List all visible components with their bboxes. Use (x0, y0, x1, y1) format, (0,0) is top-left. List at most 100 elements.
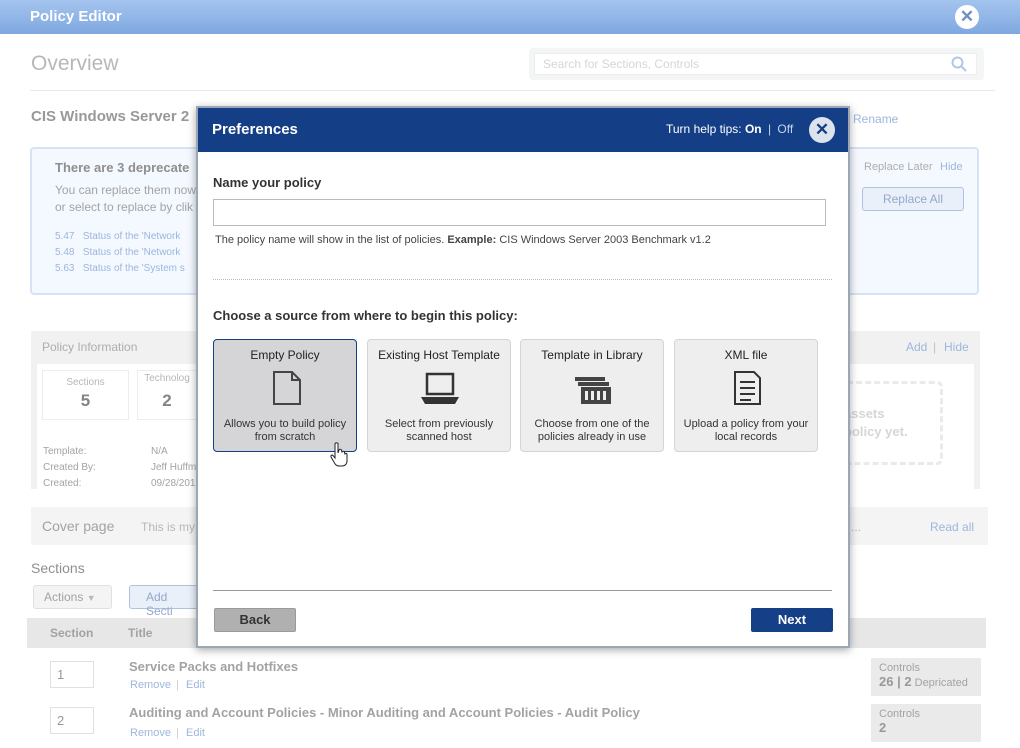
read-all-link[interactable]: Read all (930, 520, 974, 534)
source-card-desc: Upload a policy from your local records (683, 418, 809, 443)
remove-link[interactable]: Remove (130, 727, 171, 739)
sections-count-box: Sections 5 (42, 370, 129, 420)
rename-link[interactable]: Rename (853, 112, 898, 126)
sections-count-value: 5 (80, 391, 91, 410)
divider (30, 90, 995, 91)
cover-ellipsis: ... (851, 520, 862, 534)
hand-cursor-icon (330, 442, 348, 467)
source-card-desc: Select from previously scanned host (384, 418, 494, 443)
assets-placeholder: assets policy yet. (841, 381, 943, 465)
app-title: Policy Editor (30, 8, 122, 25)
search-input[interactable]: Search for Sections, Controls (534, 53, 977, 75)
warning-line2: or select to replace by clik (55, 200, 194, 214)
controls-value: 2 (879, 720, 887, 735)
controls-label: Controls (879, 662, 920, 674)
add-link[interactable]: Add (906, 340, 927, 354)
deprecated-item[interactable]: 5.47 Status of the 'Network (55, 231, 180, 242)
cover-page-text: This is my (141, 520, 195, 534)
policy-name-hint: The policy name will show in the list of… (215, 234, 711, 246)
chevron-down-icon: ▼ (86, 593, 96, 603)
source-card-desc: Choose from one of the policies already … (534, 418, 650, 443)
section-title[interactable]: Service Packs and Hotfixes (129, 659, 298, 674)
blank-document-icon (273, 371, 301, 405)
section-title[interactable]: Auditing and Account Policies - Minor Au… (129, 705, 640, 720)
separator: | (176, 679, 179, 691)
hint-example-label: Example: (447, 234, 497, 246)
policy-info-title: Policy Information (42, 340, 138, 354)
help-tips-off[interactable]: Off (777, 122, 793, 136)
created-by-label: Created By: (43, 462, 96, 473)
edit-link[interactable]: Edit (186, 679, 205, 691)
remove-link[interactable]: Remove (130, 679, 171, 691)
replace-all-button[interactable]: Replace All (862, 187, 964, 211)
dialog-title: Preferences (212, 121, 298, 138)
source-label: Choose a source from where to begin this… (213, 308, 518, 323)
divider (213, 279, 832, 280)
source-card-empty-policy[interactable]: Empty Policy Allows you to build policy … (213, 339, 357, 452)
laptop-icon (421, 372, 459, 404)
app-titlebar: Policy Editor ✕ (0, 0, 1020, 34)
help-tips-label: Turn help tips: (666, 122, 742, 136)
controls-label: Controls (879, 708, 920, 720)
section-number-input[interactable]: 1 (50, 661, 94, 688)
separator: | (176, 727, 179, 739)
library-stack-icon (575, 377, 611, 404)
source-card-title: XML file (724, 348, 768, 362)
source-card-xml-file[interactable]: XML file Upload a policy from your local… (674, 339, 818, 452)
table-row: 2 Auditing and Account Policies - Minor … (27, 697, 986, 742)
warning-title: There are 3 deprecate (55, 160, 190, 175)
hint-text: The policy name will show in the list of… (215, 234, 445, 246)
sections-count-label: Sections (66, 377, 105, 388)
actions-label: Actions (44, 590, 84, 604)
controls-value: 26 | 2 (879, 674, 912, 689)
source-card-title: Empty Policy (250, 348, 320, 362)
separator: | (933, 340, 937, 354)
hide-warning-link[interactable]: Hide (940, 161, 963, 173)
search-icon[interactable] (951, 56, 967, 72)
edit-link[interactable]: Edit (186, 727, 205, 739)
help-tips-on[interactable]: On (745, 122, 762, 136)
created-label: Created: (43, 478, 82, 489)
created-by-value: Jeff Huffm (151, 462, 197, 473)
hide-info-link[interactable]: Hide (944, 340, 969, 354)
assets-text-2: policy yet. (844, 424, 908, 439)
technology-value: 2 (162, 391, 172, 410)
overview-title: Overview (31, 52, 119, 75)
section-number-input[interactable]: 2 (50, 707, 94, 734)
deprecated-item[interactable]: 5.63 Status of the 'System s (55, 263, 185, 274)
warning-line1: You can replace them now (55, 183, 196, 197)
search-box[interactable]: Search for Sections, Controls (529, 48, 984, 80)
assets-text: assets (844, 406, 885, 421)
help-tips-toggle: Turn help tips: On | Off (666, 122, 793, 136)
policy-name-input[interactable] (213, 199, 826, 226)
deprecated-item[interactable]: 5.48 Status of the 'Network (55, 247, 180, 258)
actions-dropdown[interactable]: Actions ▼ (33, 585, 112, 609)
name-policy-label: Name your policy (213, 175, 322, 190)
preferences-dialog: Preferences Turn help tips: On | Off ✕ N… (196, 106, 850, 648)
template-label: Template: (43, 446, 87, 457)
help-tips-separator: | (767, 122, 772, 136)
back-button[interactable]: Back (214, 608, 296, 632)
source-card-title: Existing Host Template (378, 348, 500, 362)
table-row: 1 Service Packs and Hotfixes Remove | Ed… (27, 651, 986, 696)
replace-later-link[interactable]: Replace Later (864, 161, 933, 173)
cover-page-title: Cover page (42, 518, 115, 534)
search-placeholder: Search for Sections, Controls (543, 57, 700, 71)
controls-count-box: Controls 26 | 2 Depricated (871, 658, 981, 696)
created-value: 09/28/201 (151, 478, 196, 489)
technology-count-box: Technolog 2 (137, 370, 197, 420)
source-card-template-library[interactable]: Template in Library Choose from one of t… (520, 339, 664, 452)
dialog-header: Preferences Turn help tips: On | Off ✕ (198, 108, 848, 152)
deprecated-label: Depricated (914, 677, 968, 689)
column-section: Section (50, 626, 94, 640)
close-dialog-icon[interactable]: ✕ (809, 117, 835, 143)
close-app-icon[interactable]: ✕ (955, 5, 979, 29)
sections-title: Sections (31, 560, 85, 576)
column-title: Title (128, 626, 153, 640)
source-card-existing-host-template[interactable]: Existing Host Template Select from previ… (367, 339, 511, 452)
policy-name: CIS Windows Server 2 (31, 108, 190, 125)
source-card-title: Template in Library (541, 348, 643, 362)
hint-example: CIS Windows Server 2003 Benchmark v1.2 (499, 234, 711, 246)
next-button[interactable]: Next (751, 608, 833, 632)
template-value: N/A (151, 446, 168, 457)
